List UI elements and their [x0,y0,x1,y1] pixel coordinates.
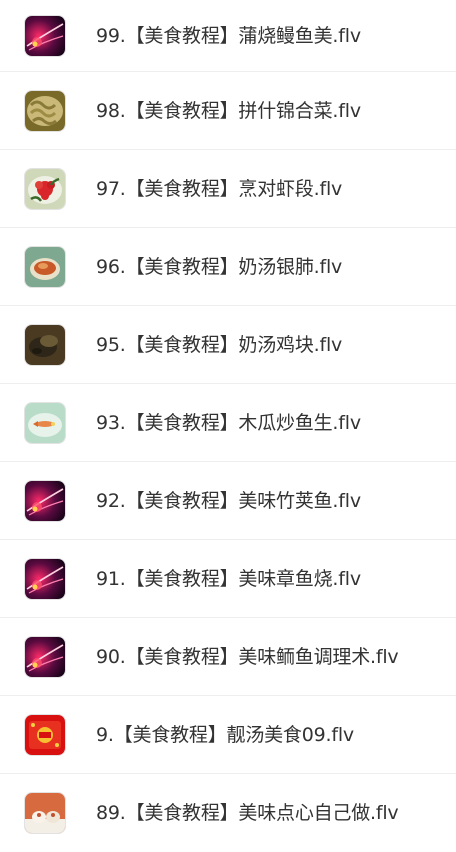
file-row-91[interactable]: 91.【美食教程】美味章鱼烧.flv [0,540,456,618]
file-name: 97.【美食教程】烹对虾段.flv [96,177,343,200]
video-thumb-mixed-dish-icon [25,90,65,131]
file-name: 98.【美食教程】拼什锦合菜.flv [96,99,361,122]
video-thumb-flare-icon [25,636,65,677]
video-thumb-dark-dish-icon [25,324,65,365]
video-thumb-red-poster-icon [25,714,65,755]
file-row-90[interactable]: 90.【美食教程】美味鲕鱼调理术.flv [0,618,456,696]
file-name: 93.【美食教程】木瓜炒鱼生.flv [96,411,361,434]
file-name: 96.【美食教程】奶汤银肺.flv [96,255,343,278]
file-name: 95.【美食教程】奶汤鸡块.flv [96,333,343,356]
file-row-99[interactable]: 99.【美食教程】蒲烧鳗鱼美.flv [0,0,456,72]
file-row-92[interactable]: 92.【美食教程】美味竹荚鱼.flv [0,462,456,540]
video-thumb-flare-icon [25,480,65,521]
file-row-96[interactable]: 96.【美食教程】奶汤银肺.flv [0,228,456,306]
file-name: 99.【美食教程】蒲烧鳗鱼美.flv [96,24,361,47]
file-row-95[interactable]: 95.【美食教程】奶汤鸡块.flv [0,306,456,384]
file-name: 92.【美食教程】美味竹荚鱼.flv [96,489,361,512]
file-name: 89.【美食教程】美味点心自己做.flv [96,802,399,824]
file-name: 9.【美食教程】靓汤美食09.flv [96,723,354,746]
file-row-89[interactable]: 89.【美食教程】美味点心自己做.flv [0,774,456,852]
video-thumb-dessert-icon [25,793,65,833]
file-row-98[interactable]: 98.【美食教程】拼什锦合菜.flv [0,72,456,150]
video-thumb-soup-bowl-icon [25,246,65,287]
file-list: 99.【美食教程】蒲烧鳗鱼美.flv 98.【美食教程】拼什锦合菜.flv 97… [0,0,456,852]
file-name: 90.【美食教程】美味鲕鱼调理术.flv [96,645,399,668]
file-row-93[interactable]: 93.【美食教程】木瓜炒鱼生.flv [0,384,456,462]
file-row-9[interactable]: 9.【美食教程】靓汤美食09.flv [0,696,456,774]
video-thumb-flare-icon [25,558,65,599]
file-row-97[interactable]: 97.【美食教程】烹对虾段.flv [0,150,456,228]
video-thumb-fish-plate-icon [25,402,65,443]
video-thumb-flower-plate-icon [25,168,65,209]
video-thumb-flare-icon [25,15,65,56]
file-name: 91.【美食教程】美味章鱼烧.flv [96,567,361,590]
